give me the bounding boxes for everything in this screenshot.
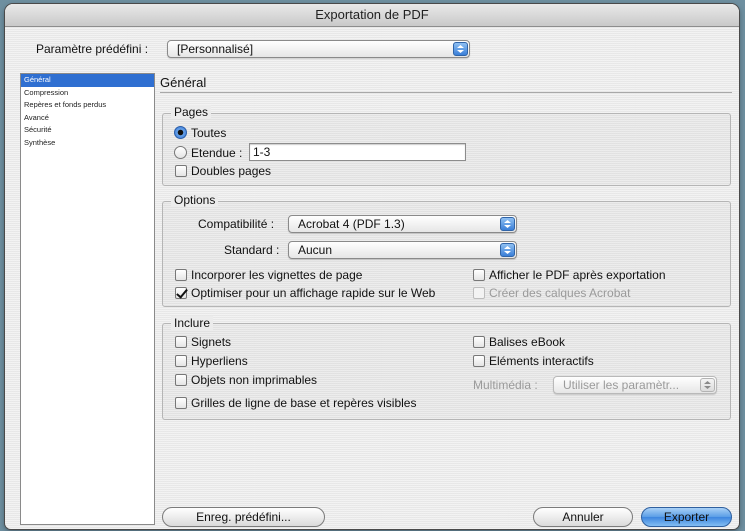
bookmarks-label: Signets xyxy=(191,335,232,349)
all-pages-radio[interactable] xyxy=(174,126,187,139)
nonprinting-objects-label: Objets non imprimables xyxy=(191,373,318,387)
popup-arrows-icon xyxy=(453,42,468,56)
hyperlinks-checkbox[interactable] xyxy=(175,355,187,367)
category-list: Général Compression Repères et fonds per… xyxy=(20,73,155,525)
interactive-elements-label: Eléments interactifs xyxy=(489,354,594,368)
acrobat-layers-checkbox xyxy=(473,287,485,299)
sidebar-item-security[interactable]: Sécurité xyxy=(21,124,154,137)
options-group-title: Options xyxy=(171,193,219,207)
acrobat-layers-label: Créer des calques Acrobat xyxy=(489,286,631,300)
preset-value: [Personnalisé] xyxy=(177,42,254,56)
sidebar-item-compression[interactable]: Compression xyxy=(21,87,154,100)
embed-thumbnails-label: Incorporer les vignettes de page xyxy=(191,268,363,282)
sidebar-item-advanced[interactable]: Avancé xyxy=(21,112,154,125)
sidebar-item-marks-bleeds[interactable]: Repères et fonds perdus xyxy=(21,99,154,112)
panel-heading: Général xyxy=(160,75,207,90)
nonprinting-objects-checkbox[interactable] xyxy=(175,374,187,386)
cancel-button[interactable]: Annuler xyxy=(533,507,633,527)
window-title: Exportation de PDF xyxy=(5,4,739,27)
view-after-export-checkbox[interactable] xyxy=(473,269,485,281)
ebook-tags-checkbox[interactable] xyxy=(473,336,485,348)
export-pdf-dialog: Exportation de PDF Paramètre prédéfini :… xyxy=(5,4,739,529)
bookmarks-checkbox[interactable] xyxy=(175,336,187,348)
multimedia-label: Multimédia : xyxy=(473,378,538,392)
pages-group-title: Pages xyxy=(171,105,212,119)
standard-label: Standard : xyxy=(224,243,280,257)
save-preset-button[interactable]: Enreg. prédéfini... xyxy=(162,507,325,527)
include-group-title: Inclure xyxy=(171,316,214,330)
multimedia-value: Utiliser les paramètr... xyxy=(563,378,680,392)
hyperlinks-label: Hyperliens xyxy=(191,354,248,368)
page-range-label: Etendue : xyxy=(191,146,243,160)
interactive-elements-checkbox[interactable] xyxy=(473,355,485,367)
heading-divider xyxy=(160,92,732,93)
compatibility-value: Acrobat 4 (PDF 1.3) xyxy=(298,217,405,231)
spreads-label: Doubles pages xyxy=(191,164,272,178)
sidebar-item-summary[interactable]: Synthèse xyxy=(21,137,154,150)
popup-arrows-icon xyxy=(500,217,515,231)
sidebar-item-general[interactable]: Général xyxy=(21,74,154,87)
export-button[interactable]: Exporter xyxy=(641,507,732,527)
baseline-grids-label: Grilles de ligne de base et repères visi… xyxy=(191,396,417,410)
embed-thumbnails-checkbox[interactable] xyxy=(175,269,187,281)
ebook-tags-label: Balises eBook xyxy=(489,335,566,349)
page-range-radio[interactable] xyxy=(174,146,187,159)
popup-arrows-icon xyxy=(500,243,515,257)
preset-select[interactable]: [Personnalisé] xyxy=(167,40,470,58)
preset-label: Paramètre prédéfini : xyxy=(36,42,149,56)
all-pages-label: Toutes xyxy=(191,126,227,140)
popup-arrows-icon xyxy=(700,378,715,392)
compatibility-label: Compatibilité : xyxy=(198,217,275,231)
standard-select[interactable]: Aucun xyxy=(288,241,517,259)
optimize-web-checkbox[interactable] xyxy=(175,287,187,299)
optimize-web-label: Optimiser pour un affichage rapide sur l… xyxy=(191,286,436,300)
standard-value: Aucun xyxy=(298,243,333,257)
view-after-export-label: Afficher le PDF après exportation xyxy=(489,268,666,282)
multimedia-select: Utiliser les paramètr... xyxy=(553,376,717,394)
spreads-checkbox[interactable] xyxy=(175,165,187,177)
baseline-grids-checkbox[interactable] xyxy=(175,397,187,409)
page-range-input[interactable]: 1-3 xyxy=(249,143,466,161)
compatibility-select[interactable]: Acrobat 4 (PDF 1.3) xyxy=(288,215,517,233)
